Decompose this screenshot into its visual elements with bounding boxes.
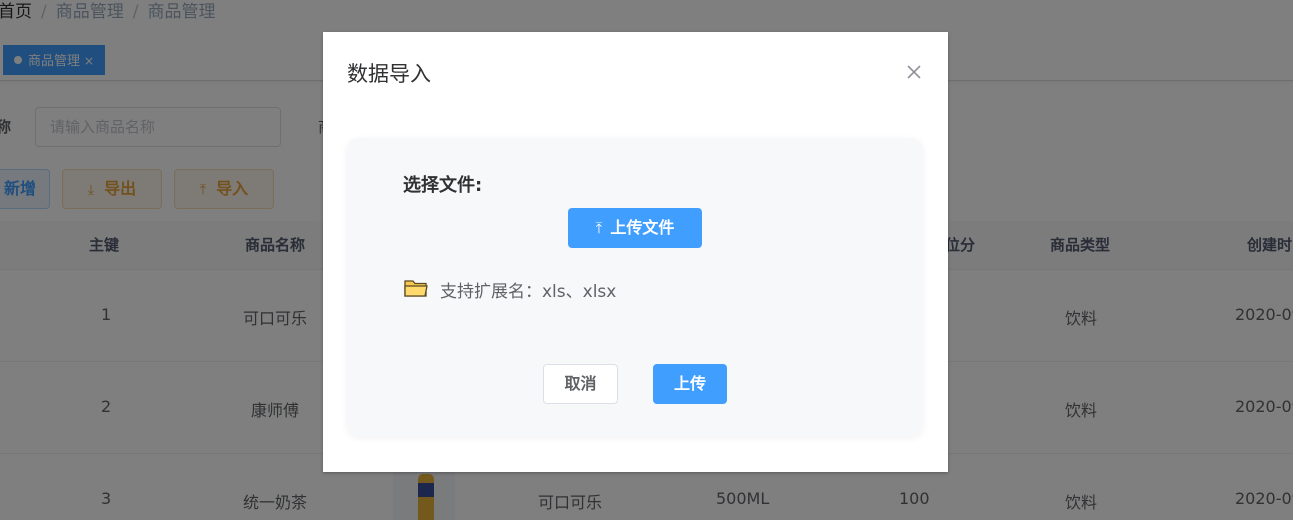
upload-submit-button[interactable]: 上传: [653, 364, 727, 404]
select-file-label: 选择文件:: [403, 175, 483, 196]
dialog-title: 数据导入: [347, 62, 431, 86]
upload-file-button[interactable]: ⤒ 上传文件: [568, 208, 702, 248]
extension-hint: 支持扩展名：xls、xlsx: [440, 282, 617, 302]
upload-icon: ⤒: [595, 219, 603, 237]
upload-file-label: 上传文件: [610, 218, 675, 237]
cancel-button[interactable]: 取消: [543, 364, 618, 404]
import-dialog: 数据导入 选择文件: ⤒ 上传文件 支持扩展名：xls、xlsx 取消 上传: [323, 32, 948, 472]
close-icon[interactable]: [901, 59, 927, 85]
folder-icon: [404, 278, 428, 298]
import-card: 选择文件: ⤒ 上传文件 支持扩展名：xls、xlsx 取消 上传: [347, 138, 923, 436]
